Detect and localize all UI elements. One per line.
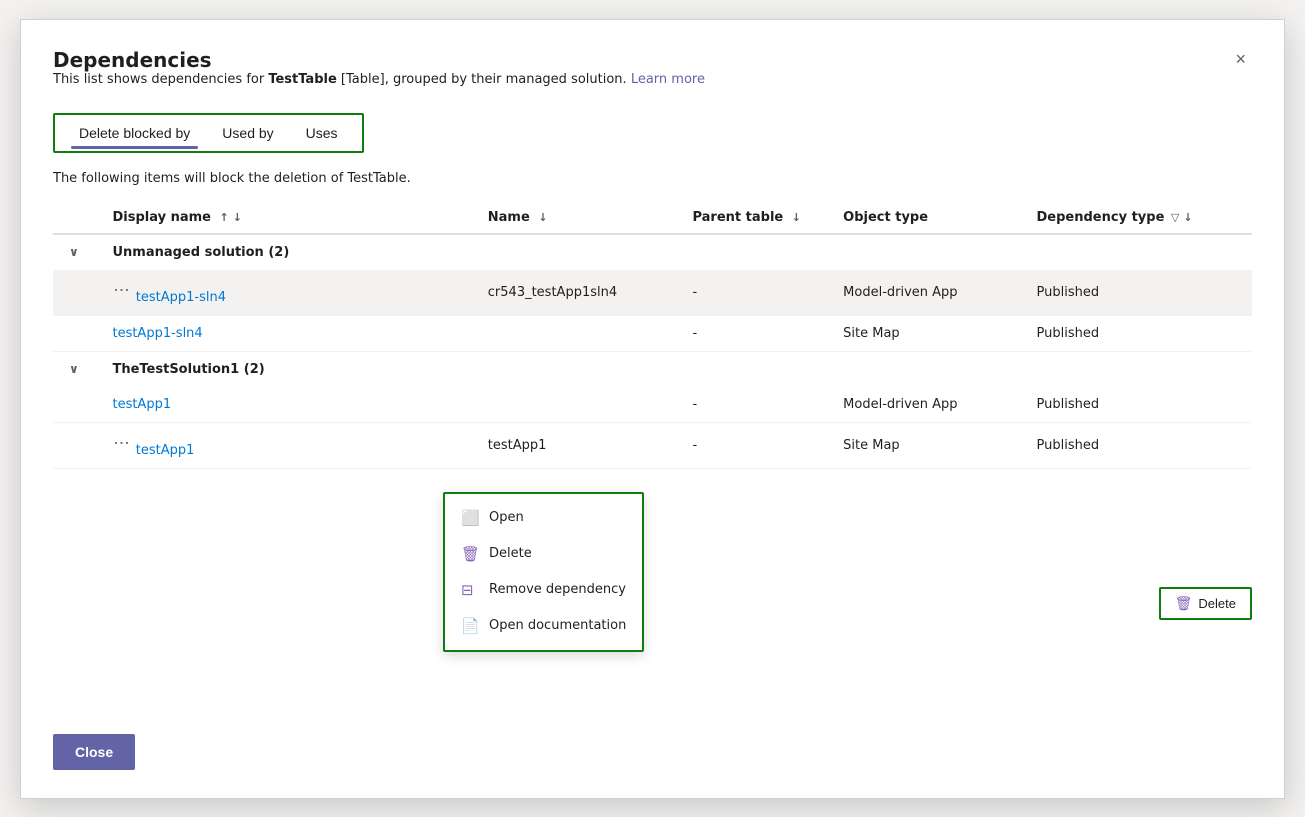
- open-icon: ⬜: [461, 509, 479, 527]
- th-expand: [53, 202, 100, 234]
- group-expand-tts[interactable]: ∨: [53, 351, 100, 387]
- table-row: ⋮ testApp1-sln4 cr543_testApp1sln4 - Mod…: [53, 270, 1252, 316]
- table-name: TestTable: [268, 72, 336, 87]
- name-cell: cr543_testApp1sln4: [476, 270, 681, 316]
- context-menu: ⬜ Open 🗑 Delete ⊟ Remove dependency 📄 Op…: [443, 492, 644, 652]
- chevron-down-icon[interactable]: ∨: [65, 358, 83, 380]
- dialog-title: Dependencies: [53, 48, 705, 72]
- table-header-row: Display name ↑↓ Name ↓ Parent table ↓ Ob…: [53, 202, 1252, 234]
- context-menu-dots[interactable]: ⋮: [112, 433, 131, 454]
- group-expand-unmanaged[interactable]: ∨: [53, 234, 100, 270]
- dep-filter-icon: ▽: [1171, 211, 1179, 224]
- group-row-unmanaged: ∨ Unmanaged solution (2): [53, 234, 1252, 270]
- object-type-cell: Site Map: [831, 422, 1024, 468]
- delete-button[interactable]: 🗑 Delete: [1159, 587, 1252, 620]
- subtitle-suffix: , grouped by their managed solution.: [385, 72, 627, 87]
- table-container: Display name ↑↓ Name ↓ Parent table ↓ Ob…: [53, 202, 1252, 714]
- tab-uses[interactable]: Uses: [290, 119, 354, 147]
- parent-table-cell: -: [680, 422, 831, 468]
- group-label-tts: TheTestSolution1 (2): [100, 351, 1252, 387]
- row-expand-cell: [53, 315, 100, 351]
- menu-item-delete-label: Delete: [489, 546, 532, 561]
- display-name-link[interactable]: testApp1-sln4: [136, 290, 226, 305]
- th-dependency-type[interactable]: Dependency type ▽↓: [1025, 202, 1253, 234]
- close-x-button[interactable]: ×: [1229, 48, 1252, 70]
- menu-item-open-documentation-label: Open documentation: [489, 618, 626, 633]
- table-type: [Table]: [341, 72, 385, 87]
- th-name[interactable]: Name ↓: [476, 202, 681, 234]
- menu-item-remove-dependency-label: Remove dependency: [489, 582, 626, 597]
- learn-more-link[interactable]: Learn more: [631, 72, 705, 87]
- delete-btn-icon: 🗑: [1175, 595, 1193, 612]
- name-cell: testApp1: [476, 422, 681, 468]
- dependency-type-cell: Published: [1025, 422, 1253, 468]
- th-parent-table[interactable]: Parent table ↓: [680, 202, 831, 234]
- dependency-type-cell: Published: [1025, 387, 1253, 423]
- dialog-subtitle: This list shows dependencies for TestTab…: [53, 72, 705, 87]
- menu-item-remove-dependency[interactable]: ⊟ Remove dependency: [445, 572, 642, 608]
- dialog-header: Dependencies This list shows dependencie…: [53, 48, 1252, 105]
- parent-table-cell: -: [680, 315, 831, 351]
- table-row: testApp1 - Model-driven App Published: [53, 387, 1252, 423]
- chevron-down-icon[interactable]: ∨: [65, 241, 83, 263]
- display-name-cell: testApp1-sln4: [100, 315, 475, 351]
- dependency-type-cell: Published: [1025, 315, 1253, 351]
- display-sort-desc-icon: ↓: [233, 211, 242, 224]
- name-cell: [476, 315, 681, 351]
- menu-item-delete[interactable]: 🗑 Delete: [445, 536, 642, 572]
- subtitle-prefix: This list shows dependencies for: [53, 72, 268, 87]
- display-name-cell: testApp1: [100, 387, 475, 423]
- tab-delete-blocked-by[interactable]: Delete blocked by: [63, 119, 206, 147]
- menu-item-open-documentation[interactable]: 📄 Open documentation: [445, 608, 642, 644]
- th-display-name[interactable]: Display name ↑↓: [100, 202, 475, 234]
- row-expand-cell: [53, 422, 100, 468]
- dialog-footer: Close: [53, 714, 1252, 770]
- table-row: ⋮ testApp1 testApp1 - Site Map Published: [53, 422, 1252, 468]
- dependencies-dialog: Dependencies This list shows dependencie…: [20, 19, 1285, 799]
- group-row-thetestsolution1: ∨ TheTestSolution1 (2): [53, 351, 1252, 387]
- delete-btn-container: 🗑 Delete: [1159, 587, 1252, 620]
- group-label-unmanaged: Unmanaged solution (2): [100, 234, 1252, 270]
- name-sort-icon: ↓: [538, 211, 547, 224]
- dependencies-table: Display name ↑↓ Name ↓ Parent table ↓ Ob…: [53, 202, 1252, 469]
- display-name-link[interactable]: testApp1: [112, 397, 171, 412]
- row-expand-cell: [53, 387, 100, 423]
- display-name-link[interactable]: testApp1-sln4: [112, 326, 202, 341]
- display-name-cell: ⋮ testApp1: [100, 422, 475, 468]
- dep-sort-icon: ↓: [1183, 211, 1192, 224]
- parent-table-cell: -: [680, 270, 831, 316]
- object-type-cell: Model-driven App: [831, 387, 1024, 423]
- tab-used-by[interactable]: Used by: [206, 119, 289, 147]
- object-type-cell: Model-driven App: [831, 270, 1024, 316]
- display-name-cell: ⋮ testApp1-sln4: [100, 270, 475, 316]
- parent-table-cell: -: [680, 387, 831, 423]
- name-cell: [476, 387, 681, 423]
- object-type-cell: Site Map: [831, 315, 1024, 351]
- display-sort-asc-icon: ↑: [220, 211, 229, 224]
- close-footer-button[interactable]: Close: [53, 734, 135, 770]
- context-menu-dots[interactable]: ⋮: [112, 280, 131, 301]
- delete-icon: 🗑: [461, 545, 479, 563]
- block-notice: The following items will block the delet…: [53, 171, 1252, 186]
- open-documentation-icon: 📄: [461, 617, 479, 635]
- parent-sort-icon: ↓: [792, 211, 801, 224]
- dependency-type-cell: Published: [1025, 270, 1253, 316]
- delete-btn-label: Delete: [1198, 596, 1236, 611]
- menu-item-open-label: Open: [489, 510, 524, 525]
- th-object-type: Object type: [831, 202, 1024, 234]
- menu-item-open[interactable]: ⬜ Open: [445, 500, 642, 536]
- remove-dependency-icon: ⊟: [461, 581, 479, 599]
- table-row: testApp1-sln4 - Site Map Published: [53, 315, 1252, 351]
- display-name-link[interactable]: testApp1: [136, 443, 195, 458]
- row-expand-cell: [53, 270, 100, 316]
- tabs-bar: Delete blocked by Used by Uses: [53, 113, 364, 153]
